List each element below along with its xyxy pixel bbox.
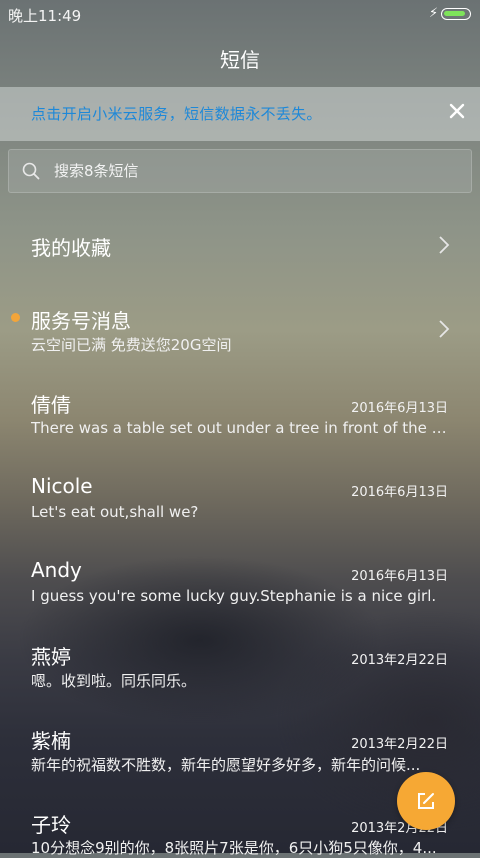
message-date: 2016年6月13日 — [351, 401, 448, 416]
message-preview: 嗯。收到啦。同乐同乐。 — [31, 672, 197, 690]
unread-dot — [11, 313, 20, 322]
search-icon — [22, 162, 40, 180]
conversation-item[interactable]: 倩倩 2016年6月13日 There was a table set out … — [0, 373, 480, 453]
message-date: 2013年2月22日 — [351, 653, 448, 668]
conversation-item[interactable]: Nicole 2016年6月13日 Let's eat out,shall we… — [0, 457, 480, 537]
conversation-item[interactable]: 燕婷 2013年2月22日 嗯。收到啦。同乐同乐。 — [0, 625, 480, 705]
message-date: 2016年6月13日 — [351, 485, 448, 500]
contact-name: Nicole — [31, 474, 93, 498]
message-date: 2016年6月13日 — [351, 569, 448, 584]
message-preview: 10分想念9别的你，8张照片7张是你，6只小狗5只像你，4... — [31, 839, 437, 857]
contact-name: 子玲 — [31, 813, 71, 837]
favorites-label: 我的收藏 — [31, 236, 111, 260]
battery-icon — [441, 8, 471, 20]
cloud-banner-text[interactable]: 点击开启小米云服务，短信数据永不丢失。 — [31, 103, 322, 124]
favorites-row[interactable]: 我的收藏 — [0, 205, 480, 285]
compose-button[interactable] — [397, 772, 455, 830]
chevron-right-icon — [438, 319, 450, 339]
chevron-right-icon — [438, 235, 450, 255]
message-date: 2013年2月22日 — [351, 737, 448, 752]
contact-name: 燕婷 — [31, 645, 71, 669]
contact-name: Andy — [31, 558, 82, 582]
page-title: 短信 — [220, 48, 260, 72]
message-preview: 新年的祝福数不胜数，新年的愿望好多好多，新年的问候... — [31, 756, 421, 774]
close-icon[interactable] — [446, 100, 468, 122]
search-input[interactable] — [54, 162, 434, 180]
status-bar: 晚上11:49 ⚡ — [0, 0, 480, 28]
battery-level — [444, 11, 465, 16]
service-title: 服务号消息 — [31, 309, 131, 333]
contact-name: 紫楠 — [31, 729, 71, 753]
charging-icon: ⚡ — [429, 6, 439, 21]
status-time: 晚上11:49 — [8, 7, 82, 25]
message-preview: There was a table set out under a tree i… — [31, 419, 449, 437]
message-preview: I guess you're some lucky guy.Stephanie … — [31, 587, 437, 605]
service-messages-row[interactable]: 服务号消息 云空间已满 免费送您20G空间 — [0, 289, 480, 369]
service-preview: 云空间已满 免费送您20G空间 — [31, 336, 232, 354]
message-preview: Let's eat out,shall we? — [31, 503, 199, 521]
conversation-item[interactable]: Andy 2016年6月13日 I guess you're some luck… — [0, 541, 480, 621]
compose-icon — [416, 791, 436, 811]
contact-name: 倩倩 — [31, 393, 71, 417]
